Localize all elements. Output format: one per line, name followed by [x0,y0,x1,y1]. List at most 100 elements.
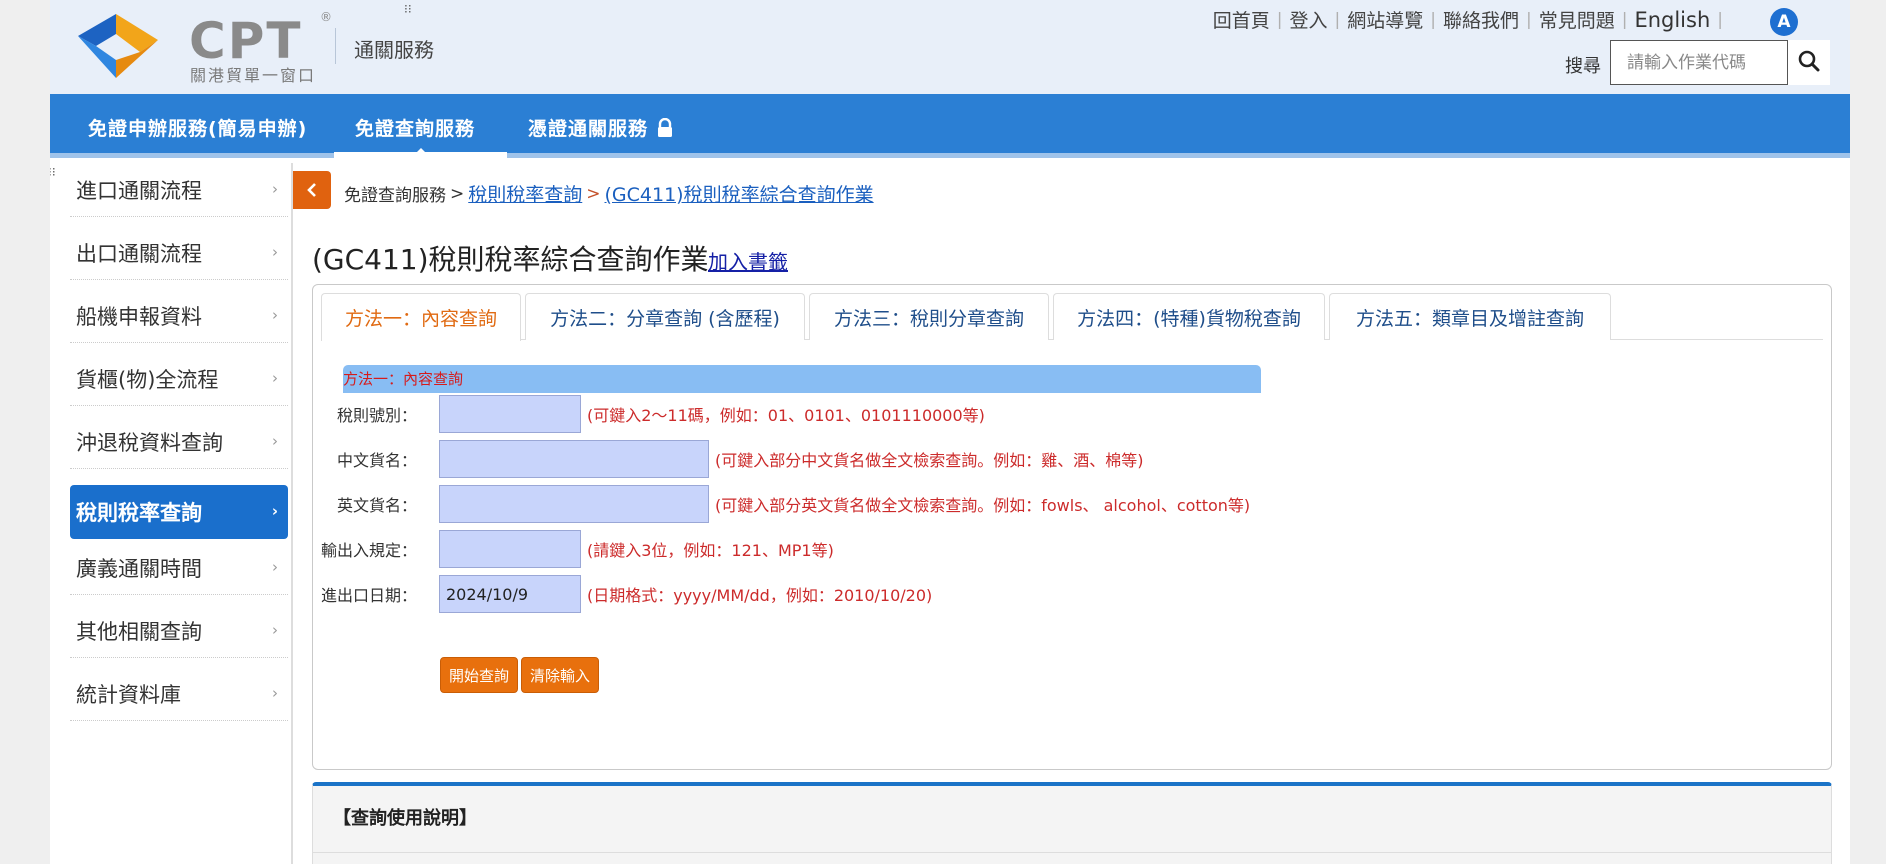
sidebar-item-label: 出口通關流程 [76,241,202,266]
chevron-right-icon: › [272,180,278,198]
drag-handle-icon: ⁝⁝ [404,2,412,16]
nav-item-simple-apply[interactable]: 免證申辦服務(簡易申辦) [88,114,307,141]
sidebar-item-export-flow[interactable]: 出口通關流程 › [70,226,288,280]
sidebar-item-statistics-db[interactable]: 統計資料庫 › [70,667,288,721]
link-separator: | [1621,9,1628,30]
sidebar-item-label: 船機申報資料 [76,304,202,329]
tab-method-4[interactable]: 方法四：(特種)貨物稅查詢 [1053,293,1325,340]
nav-active-pointer [411,148,431,158]
query-panel: 方法一：內容查詢 方法二：分章查詢 (含歷程) 方法三：稅則分章查詢 方法四：(… [312,284,1832,770]
chevron-right-icon: › [272,684,278,702]
tariff-code-input[interactable] [439,395,581,433]
tariff-code-hint: (可鍵入2～11碼，例如：01、0101、0101110000等) [587,406,985,425]
sidebar-item-other-queries[interactable]: 其他相關查詢 › [70,604,288,658]
chevron-right-icon: › [272,558,278,576]
search-button[interactable] [1788,40,1830,85]
instructions-divider [313,852,1831,853]
sidebar-item-label: 沖退稅資料查詢 [76,430,223,455]
import-export-rule-label: 輸出入規定： [320,541,417,560]
chevron-right-icon: › [272,369,278,387]
search-icon [1798,50,1820,72]
start-query-button[interactable]: 開始查詢 [440,657,518,693]
site-header: CPT ® 關港貿單一窗口 通關服務 ⁝⁝ 回首頁 | 登入 | 網站導覽 | … [50,0,1850,94]
breadcrumb-link-tariff[interactable]: 稅則稅率查詢 [468,180,582,207]
form-section-header: 方法一：內容查詢 [343,365,1261,393]
page: CPT ® 關港貿單一窗口 通關服務 ⁝⁝ 回首頁 | 登入 | 網站導覽 | … [50,0,1850,864]
breadcrumb: 免證查詢服務 > 稅則稅率查詢 > (GC411)稅則稅率綜合查詢作業 [344,180,874,207]
tab-method-5[interactable]: 方法五：類章目及增註查詢 [1329,293,1611,340]
search-label: 搜尋 [1565,56,1601,77]
instructions-panel: 【查詢使用說明】 [312,782,1832,864]
import-export-rule-hint: (請鍵入3位，例如：121、MP1等) [587,541,834,560]
sidebar-item-clearance-time[interactable]: 廣義通關時間 › [70,541,288,595]
sidebar-item-drawback-query[interactable]: 沖退稅資料查詢 › [70,415,288,469]
login-link[interactable]: 登入 [1289,6,1327,33]
sidebar: ⁝⁝ 進口通關流程 › 出口通關流程 › 船機申報資料 › 貨櫃(物)全流程 ›… [50,163,292,864]
tab-method-1[interactable]: 方法一：內容查詢 [321,293,521,341]
nav-item-query-service[interactable]: 免證查詢服務 [355,114,475,141]
english-name-input[interactable] [439,485,709,523]
nav-item-certificate-service[interactable]: 憑證通關服務 [528,114,674,141]
clear-input-button[interactable]: 清除輸入 [521,657,599,693]
chevron-left-icon [307,183,316,197]
sidebar-divider [291,163,293,864]
chinese-name-label: 中文貨名： [336,451,417,470]
faq-link[interactable]: 常見問題 [1539,6,1615,33]
sidebar-item-label: 其他相關查詢 [76,619,202,644]
english-name-label: 英文貨名： [336,496,417,515]
breadcrumb-link-gc411[interactable]: (GC411)稅則稅率綜合查詢作業 [605,180,874,207]
chevron-right-icon: › [272,243,278,261]
english-link[interactable]: English [1634,8,1710,32]
drag-handle-icon: ⁝⁝ [50,165,56,179]
breadcrumb-root: 免證查詢服務 [344,186,446,206]
link-separator: | [1334,9,1341,30]
date-input[interactable] [439,575,581,613]
breadcrumb-separator: > [450,183,465,204]
link-separator: | [1717,9,1723,30]
chevron-right-icon: › [272,432,278,450]
logo-subtitle: 關港貿單一窗口 [190,66,317,85]
sidebar-item-container-flow[interactable]: 貨櫃(物)全流程 › [70,352,288,406]
cpt-logo[interactable]: CPT ® 關港貿單一窗口 [74,10,332,85]
top-utility-links: 回首頁 | 登入 | 網站導覽 | 聯絡我們 | 常見問題 | English … [1213,6,1730,33]
chevron-right-icon: › [272,621,278,639]
tariff-code-label: 稅則號別： [336,406,417,425]
sidebar-item-tariff-query[interactable]: 稅則稅率查詢 › [70,485,288,539]
sidebar-item-label: 貨櫃(物)全流程 [76,367,219,392]
form-section-label: 方法一：內容查詢 [343,370,464,388]
import-export-rule-input[interactable] [439,530,581,568]
breadcrumb-separator: > [586,183,601,204]
logo-registered-mark: ® [320,10,332,24]
sidebar-item-label: 稅則稅率查詢 [76,501,202,525]
sidebar-item-label: 統計資料庫 [76,682,181,707]
tab-method-2[interactable]: 方法二：分章查詢 (含歷程) [525,293,805,340]
page-title: (GC411)稅則稅率綜合查詢作業 [312,243,709,276]
link-separator: | [1525,9,1532,30]
accessibility-badge-icon[interactable]: A [1770,8,1798,36]
home-link[interactable]: 回首頁 [1213,6,1270,33]
sidebar-item-vessel-data[interactable]: 船機申報資料 › [70,289,288,343]
tab-method-3[interactable]: 方法三：稅則分章查詢 [809,293,1049,340]
sitemap-link[interactable]: 網站導覽 [1347,6,1423,33]
header-divider [335,28,336,64]
search-input[interactable] [1610,40,1788,85]
sidebar-item-import-flow[interactable]: 進口通關流程 › [70,163,288,217]
site-section-title: 通關服務 [354,38,434,62]
instructions-title: 【查詢使用說明】 [333,808,477,829]
nav-item-label: 憑證通關服務 [528,118,649,140]
collapse-sidebar-button[interactable] [293,171,331,209]
link-separator: | [1430,9,1436,30]
chevron-right-icon: › [271,502,278,520]
contact-link[interactable]: 聯絡我們 [1443,6,1519,33]
date-hint: (日期格式：yyyy/MM/dd，例如：2010/10/20) [587,586,933,605]
english-name-hint: (可鍵入部分英文貨名做全文檢索查詢。例如：fowls、 alcohol、cott… [715,496,1251,515]
lock-icon [658,117,673,137]
sidebar-item-label: 廣義通關時間 [76,556,202,581]
chinese-name-input[interactable] [439,440,709,478]
chevron-right-icon: › [272,306,278,324]
chinese-name-hint: (可鍵入部分中文貨名做全文檢索查詢。例如：雞、酒、棉等) [715,451,1144,470]
add-bookmark-link[interactable]: 加入書籤 [708,246,788,275]
date-label: 進出口日期： [320,586,417,605]
link-separator: | [1276,9,1283,30]
sidebar-item-label: 進口通關流程 [76,178,202,203]
